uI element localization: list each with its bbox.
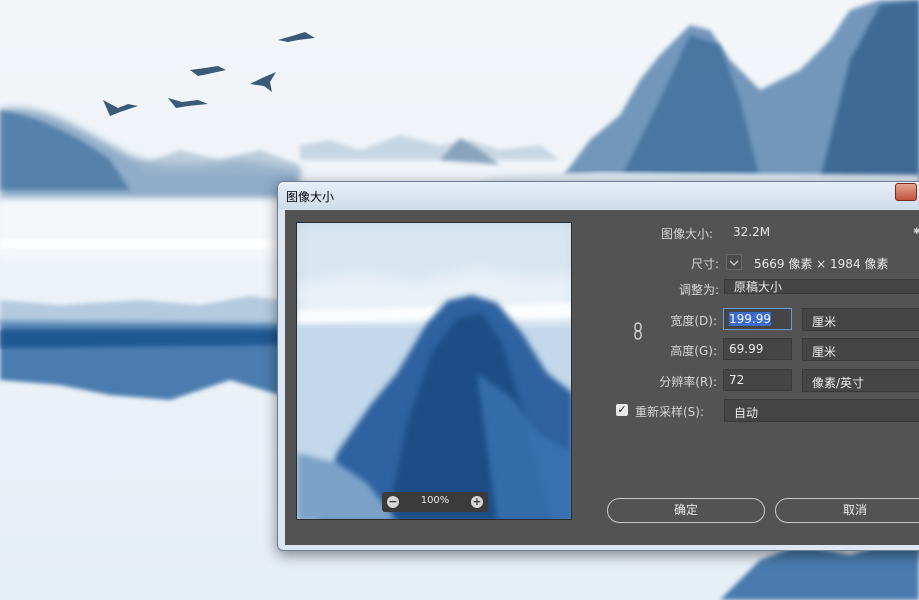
- chevron-down-icon[interactable]: [726, 254, 742, 270]
- width-label: 宽度(D):: [670, 314, 717, 328]
- image-size-value: 32.2M: [733, 225, 771, 239]
- height-unit-dropdown[interactable]: 厘米: [802, 338, 919, 361]
- close-icon[interactable]: [895, 183, 917, 201]
- dialog-title: 图像大小: [286, 190, 335, 204]
- preview-image: [297, 223, 571, 519]
- height-label: 高度(G):: [670, 344, 717, 358]
- fit-to-dropdown[interactable]: 原稿大小: [724, 279, 919, 294]
- width-value: 199.99: [729, 312, 771, 326]
- resample-checkbox[interactable]: ✓: [616, 404, 628, 416]
- gear-icon[interactable]: ✱: [913, 227, 919, 237]
- dimensions-label: 尺寸:: [690, 257, 719, 271]
- image-size-dialog: 图像大小 − 100% + 图像大小: 32.2M ✱ 尺寸: 5669 像素 …: [277, 181, 919, 551]
- dialog-body: − 100% + 图像大小: 32.2M ✱ 尺寸: 5669 像素 × 198…: [285, 210, 919, 545]
- resolution-label: 分辨率(R):: [659, 375, 717, 389]
- cancel-button[interactable]: 取消: [775, 498, 919, 523]
- link-icon[interactable]: [633, 322, 643, 340]
- resample-dropdown[interactable]: 自动: [724, 399, 919, 422]
- fit-to-label: 调整为:: [678, 283, 719, 297]
- height-input[interactable]: 69.99: [723, 338, 792, 360]
- image-preview[interactable]: − 100% +: [296, 222, 572, 520]
- resample-label: 重新采样(S):: [635, 405, 705, 419]
- zoom-control: − 100% +: [382, 492, 488, 512]
- title-bar[interactable]: 图像大小: [278, 182, 919, 209]
- ok-button[interactable]: 确定: [607, 498, 765, 523]
- dimensions-value: 5669 像素 × 1984 像素: [754, 257, 889, 271]
- resolution-input[interactable]: 72: [723, 369, 792, 391]
- width-unit-dropdown[interactable]: 厘米: [802, 308, 919, 331]
- image-size-label: 图像大小:: [661, 227, 714, 241]
- resolution-unit-dropdown[interactable]: 像素/英寸: [802, 369, 919, 392]
- zoom-in-icon[interactable]: +: [471, 496, 483, 508]
- width-input[interactable]: 199.99: [723, 308, 792, 330]
